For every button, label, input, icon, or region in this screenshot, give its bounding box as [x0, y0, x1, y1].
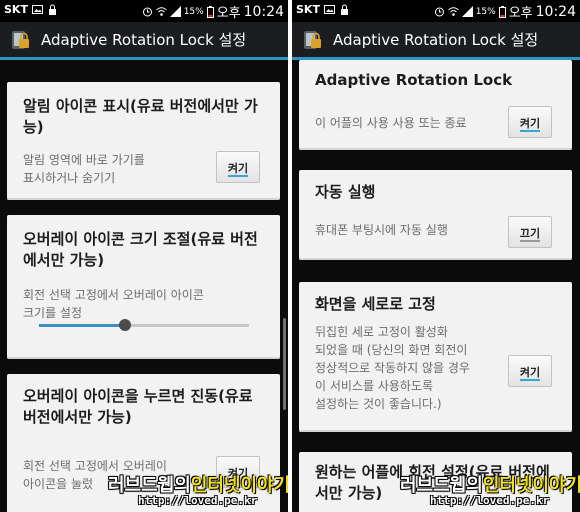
setting-desc-line: 이 어플의 사용 사용 또는 종료: [315, 116, 467, 130]
app-title: Adaptive Rotation Lock 설정: [333, 31, 539, 49]
setting-desc-line: 회전 선택 고정에서 오버레이 아이콘: [23, 288, 204, 302]
setting-desc-line: 설정하는 것이 좋습니다.): [315, 397, 442, 411]
watermark: 러브드웹의인터넷이야기: [400, 471, 580, 497]
left-screenshot: SKT 15% 오후 10:24 Adaptive Rotation Lock …: [0, 0, 288, 512]
watermark-text: 러브드웹의: [400, 475, 483, 496]
app-lock-icon[interactable]: [301, 29, 323, 51]
setting-overlay-size[interactable]: 오버레이 아이콘 크기 조절(유료 버전에서만 가능) 회전 선택 고정에서 오…: [7, 215, 280, 359]
overlay-size-slider[interactable]: [39, 319, 249, 331]
slider-thumb[interactable]: [119, 319, 132, 331]
app-title: Adaptive Rotation Lock 설정: [41, 31, 247, 49]
watermark-text: 러브드웹의: [108, 475, 191, 496]
setting-desc-line: 아이콘을 눌렀: [23, 477, 94, 491]
status-ampm: 오후: [508, 6, 533, 21]
app-lock-icon[interactable]: [9, 29, 31, 51]
setting-title: Adaptive Rotation Lock: [315, 71, 513, 89]
status-ampm: 오후: [216, 6, 241, 21]
setting-desc-line: 크기를 설정: [23, 306, 83, 320]
battery-percent: 15%: [183, 6, 204, 17]
toggle-indicator: [520, 240, 540, 242]
signal-icon: [169, 6, 181, 17]
setting-autostart[interactable]: 자동 실행 휴대폰 부팅시에 자동 실행 끄기: [299, 170, 572, 260]
setting-desc-line: 표시하거나 숨기기: [23, 171, 116, 185]
lock-notification-icon: [340, 4, 348, 15]
wifi-icon: [155, 7, 167, 16]
lock-notification-icon: [48, 4, 56, 15]
scrollbar[interactable]: [283, 318, 286, 410]
toggle-label: 켜기: [519, 366, 541, 379]
setting-title: 자동 실행: [315, 183, 376, 201]
toggle-label: 켜기: [519, 117, 541, 130]
status-bar: SKT 15% 오후 10:24: [0, 0, 288, 22]
wifi-icon: [447, 7, 459, 16]
signal-icon: [461, 6, 473, 17]
slider-fill: [39, 324, 126, 327]
battery-icon: [206, 5, 214, 18]
setting-title: 오버레이 아이콘 크기 조절(유료 버전에서만 가능): [23, 230, 258, 269]
battery-icon: [498, 5, 506, 18]
setting-title: 화면을 세로로 고정: [315, 295, 436, 313]
setting-title: 오버레이 아이콘을 누르면 진동(유료 버전에서만 가능): [23, 387, 253, 426]
gallery-icon: [323, 5, 335, 14]
settings-list: 알림 아이콘 표시(유료 버전에서만 가능) 알림 영역에 바로 가기를 표시하…: [0, 60, 288, 512]
status-time: 10:24: [535, 3, 576, 20]
gallery-icon: [31, 5, 43, 14]
alarm-icon: [434, 7, 444, 17]
toggle-indicator: [520, 379, 540, 381]
alarm-icon: [142, 7, 152, 17]
watermark-text: 인터넷이야기: [482, 475, 580, 496]
setting-notification-icon[interactable]: 알림 아이콘 표시(유료 버전에서만 가능) 알림 영역에 바로 가기를 표시하…: [7, 82, 280, 200]
setting-desc-line: 정상적으로 작동하지 않을 경우: [315, 361, 470, 375]
setting-desc-line: 이 서비스를 사용하도록: [315, 379, 434, 393]
setting-desc-line: 뒤집힌 세로 고정이 활성화: [315, 325, 448, 339]
action-bar: Adaptive Rotation Lock 설정: [0, 22, 288, 60]
toggle-label: 켜기: [227, 162, 249, 175]
portrait-lock-toggle[interactable]: 켜기: [508, 355, 552, 387]
toggle-indicator: [228, 175, 248, 177]
toggle-label: 끄기: [519, 227, 541, 240]
setting-adaptive-rotation-lock[interactable]: Adaptive Rotation Lock 이 어플의 사용 사용 또는 종료…: [299, 60, 572, 150]
autostart-toggle[interactable]: 끄기: [508, 216, 552, 248]
settings-list: Adaptive Rotation Lock 이 어플의 사용 사용 또는 종료…: [292, 60, 580, 512]
watermark: 러브드웹의인터넷이야기: [108, 471, 288, 497]
battery-percent: 15%: [475, 6, 496, 17]
carrier-label: SKT: [4, 3, 28, 16]
setting-desc-line: 알림 영역에 바로 가기를: [23, 153, 145, 167]
setting-portrait-lock[interactable]: 화면을 세로로 고정 뒤집힌 세로 고정이 활성화 되었을 때 (당신의 화면 …: [299, 282, 572, 432]
toggle-indicator: [520, 130, 540, 132]
action-bar: Adaptive Rotation Lock 설정: [292, 22, 580, 60]
status-time: 10:24: [243, 3, 284, 20]
notification-icon-toggle[interactable]: 켜기: [216, 151, 260, 183]
setting-desc-line: 되었을 때 (당신의 화면 회전이: [315, 343, 468, 357]
carrier-label: SKT: [296, 3, 320, 16]
setting-desc-line: 휴대폰 부팅시에 자동 실행: [315, 223, 448, 237]
status-bar: SKT 15% 오후 10:24: [292, 0, 580, 22]
setting-title: 알림 아이콘 표시(유료 버전에서만 가능): [23, 97, 258, 136]
adaptive-rotation-toggle[interactable]: 켜기: [508, 106, 552, 138]
watermark-text: 인터넷이야기: [190, 475, 288, 496]
right-screenshot: SKT 15% 오후 10:24 Adaptive Rotation Lock …: [292, 0, 580, 512]
